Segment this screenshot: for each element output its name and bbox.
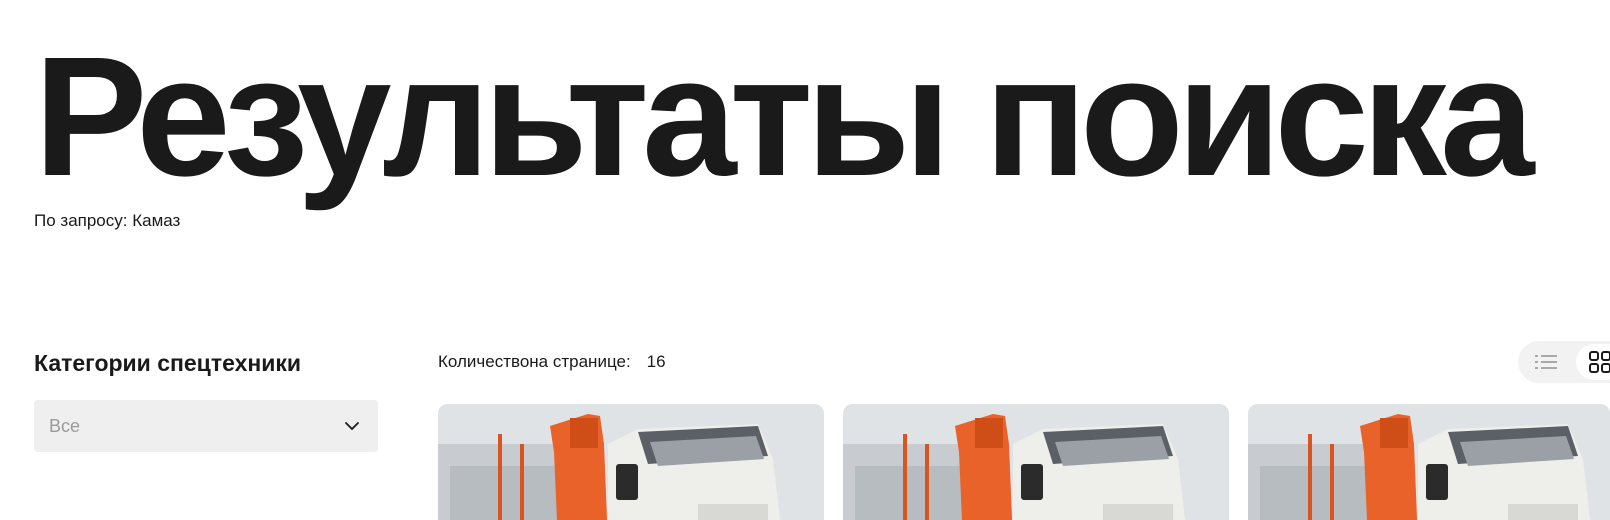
chevron-down-icon: [345, 422, 359, 430]
category-select[interactable]: Все: [34, 400, 378, 452]
truck-image: [438, 404, 824, 520]
product-card[interactable]: [843, 404, 1229, 520]
list-view-icon: [1535, 355, 1557, 369]
truck-image: [843, 404, 1229, 520]
product-card[interactable]: [438, 404, 824, 520]
per-page-count: Количествона странице: 16: [438, 351, 666, 373]
grid-view-icon: [1589, 351, 1610, 373]
categories-heading: Категории спецтехники: [34, 350, 302, 376]
category-select-value: Все: [49, 415, 81, 436]
product-card[interactable]: [1248, 404, 1610, 520]
count-label: Количествона странице:: [438, 352, 631, 371]
page-title: Результаты поиска: [34, 22, 1535, 212]
truck-image: [1248, 404, 1610, 520]
view-toggle: [1518, 341, 1610, 383]
count-value[interactable]: 16: [647, 351, 666, 373]
query-label: По запросу:: [34, 211, 128, 230]
grid-view-button[interactable]: [1576, 344, 1610, 380]
query-value: Камаз: [132, 211, 181, 230]
list-view-button[interactable]: [1522, 344, 1570, 380]
search-query-line: По запросу: Камаз: [34, 210, 180, 232]
